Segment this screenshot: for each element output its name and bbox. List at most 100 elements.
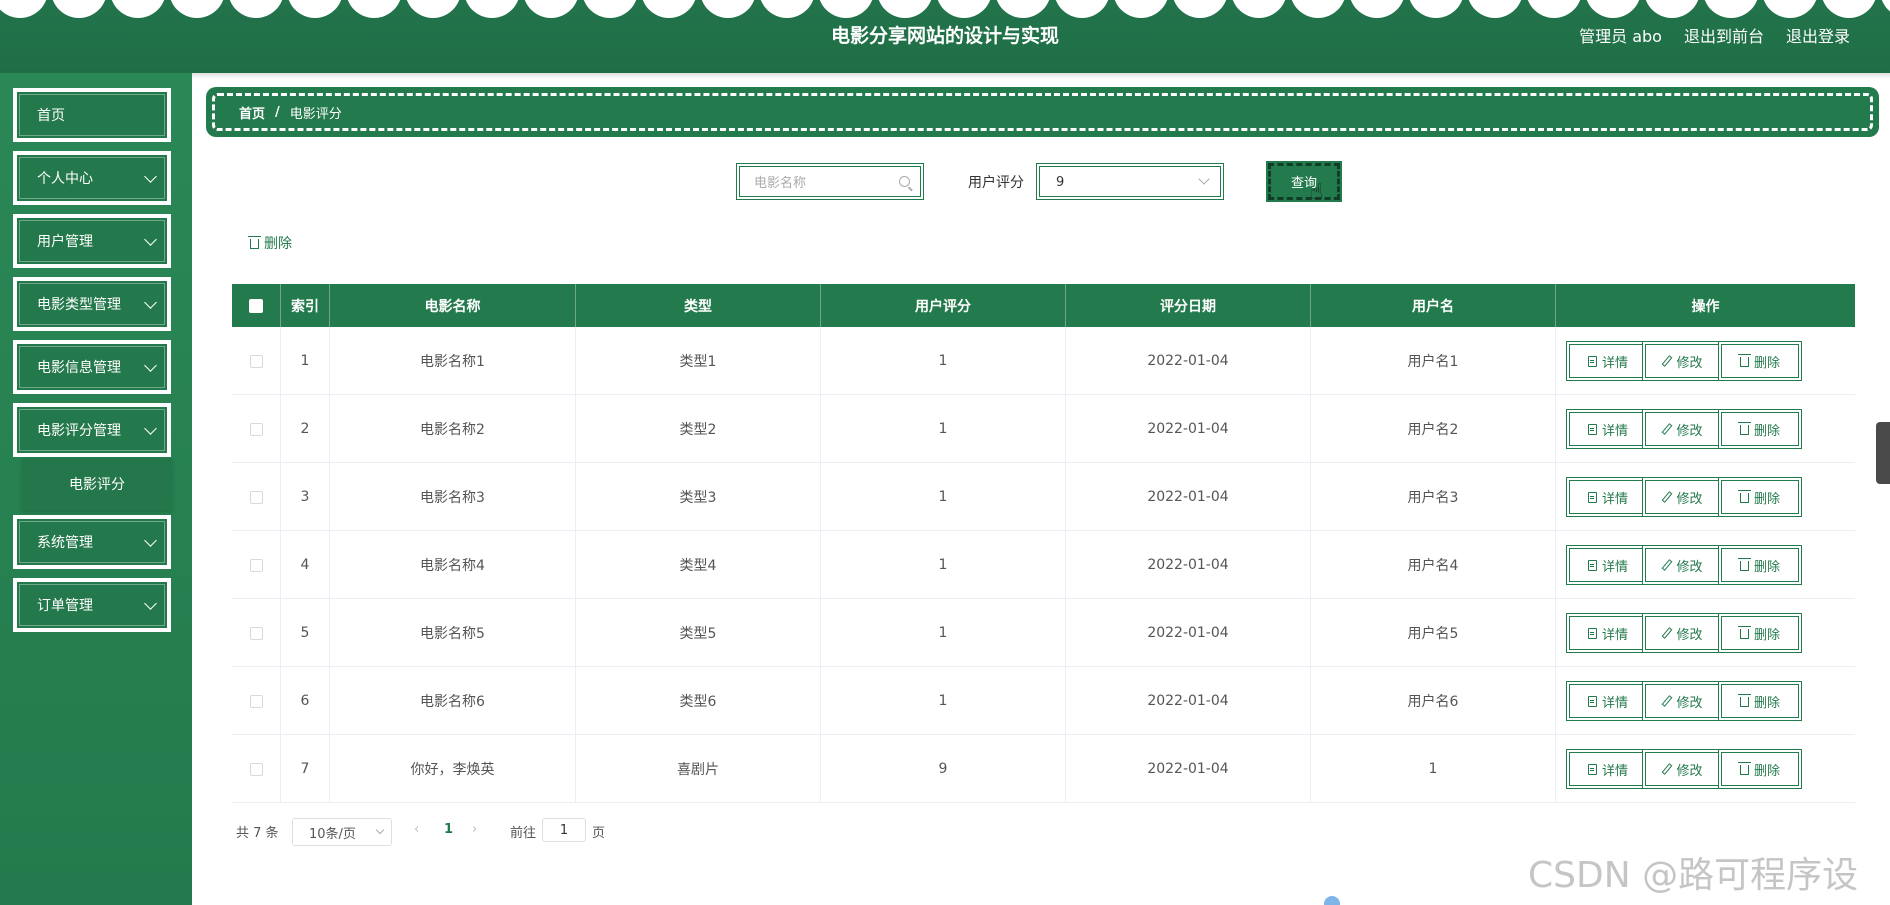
delete-button[interactable]: 删除 — [1718, 749, 1802, 789]
edit-button-label: 修改 — [1676, 423, 1703, 439]
cell-username: 用户名6 — [1311, 667, 1556, 735]
cell-user-rating: 1 — [821, 667, 1066, 735]
next-page-button[interactable]: › — [472, 822, 477, 837]
movie-name-search-field[interactable] — [736, 163, 924, 200]
movie-name-input[interactable] — [754, 173, 884, 193]
detail-button[interactable]: 详情 — [1566, 681, 1650, 721]
goto-page-input[interactable] — [542, 818, 586, 842]
rating-filter-select[interactable]: 9 — [1036, 163, 1224, 200]
cell-index: 2 — [281, 395, 330, 463]
cell-actions: 详情 修改 删除 — [1556, 327, 1855, 395]
row-checkbox[interactable] — [249, 762, 263, 776]
cell-username: 用户名4 — [1311, 531, 1556, 599]
detail-button[interactable]: 详情 — [1566, 613, 1650, 653]
cell-type: 类型4 — [576, 531, 821, 599]
page-size-select[interactable]: 10条/页 — [292, 818, 392, 846]
sidebar-item-movie-info-management[interactable]: 电影信息管理 — [13, 340, 171, 394]
edit-button-label: 修改 — [1676, 355, 1703, 371]
column-header-actions: 操作 — [1691, 298, 1720, 315]
header-actions: 管理员 abo 退出到前台 退出登录 — [1579, 23, 1850, 47]
breadcrumb-home[interactable]: 首页 — [239, 103, 265, 122]
cell-type: 类型2 — [576, 395, 821, 463]
delete-button-label: 删除 — [1753, 423, 1780, 439]
cell-actions: 详情 修改 删除 — [1556, 735, 1855, 803]
edit-button[interactable]: 修改 — [1642, 681, 1726, 721]
chevron-down-icon — [144, 534, 157, 547]
chevron-down-icon — [144, 597, 157, 610]
cell-username: 1 — [1311, 735, 1556, 803]
sidebar-item-home[interactable]: 首页 — [13, 88, 171, 142]
column-header-type: 类型 — [576, 284, 821, 327]
edit-pencil-icon — [1662, 355, 1673, 367]
floating-assistant-icon[interactable] — [1324, 896, 1340, 905]
edit-button[interactable]: 修改 — [1642, 545, 1726, 585]
sidebar-item-movie-rating-management[interactable]: 电影评分管理 — [13, 403, 171, 457]
search-icon — [899, 176, 910, 187]
pagination-total: 共 7 条 — [236, 826, 279, 841]
sidebar-item-label: 电影信息管理 — [37, 360, 121, 376]
exit-to-front-link[interactable]: 退出到前台 — [1684, 23, 1764, 47]
document-icon — [1587, 491, 1597, 503]
logout-link[interactable]: 退出登录 — [1786, 23, 1850, 47]
cell-actions: 详情 修改 删除 — [1556, 667, 1855, 735]
sidebar-item-label: 个人中心 — [37, 171, 93, 187]
query-button[interactable]: 查询 — [1268, 163, 1340, 200]
detail-button[interactable]: 详情 — [1566, 477, 1650, 517]
page-number-1[interactable]: 1 — [444, 822, 453, 837]
row-select-cell — [232, 667, 281, 735]
delete-button-label: 删除 — [1753, 559, 1780, 575]
trash-icon — [1737, 762, 1751, 775]
edit-button[interactable]: 修改 — [1642, 613, 1726, 653]
delete-button[interactable]: 删除 — [1718, 341, 1802, 381]
document-icon — [1587, 763, 1597, 775]
edit-button[interactable]: 修改 — [1642, 409, 1726, 449]
cell-username: 用户名5 — [1311, 599, 1556, 667]
sidebar-item-system-management[interactable]: 系统管理 — [13, 515, 171, 569]
detail-button[interactable]: 详情 — [1566, 341, 1650, 381]
cell-type: 类型3 — [576, 463, 821, 531]
row-checkbox[interactable] — [249, 422, 263, 436]
cell-rating-date: 2022-01-04 — [1066, 667, 1311, 735]
sidebar-item-label: 用户管理 — [37, 234, 93, 250]
sidebar-subitem-movie-rating[interactable]: 电影评分 — [22, 458, 172, 510]
detail-button-label: 详情 — [1601, 763, 1628, 779]
edit-button[interactable]: 修改 — [1642, 341, 1726, 381]
sidebar-item-label: 电影类型管理 — [37, 297, 121, 313]
row-checkbox[interactable] — [249, 626, 263, 640]
detail-button[interactable]: 详情 — [1566, 749, 1650, 789]
column-header-username: 用户名 — [1311, 284, 1556, 327]
chevron-down-icon — [144, 296, 157, 309]
select-all-checkbox[interactable] — [249, 298, 263, 313]
cell-index: 5 — [281, 599, 330, 667]
edit-button[interactable]: 修改 — [1642, 749, 1726, 789]
row-checkbox[interactable] — [249, 354, 263, 368]
row-checkbox[interactable] — [249, 490, 263, 504]
cell-type: 类型1 — [576, 327, 821, 395]
detail-button[interactable]: 详情 — [1566, 409, 1650, 449]
cell-actions: 详情 修改 删除 — [1556, 599, 1855, 667]
sidebar-item-personal-center[interactable]: 个人中心 — [13, 151, 171, 205]
cell-actions: 详情 修改 删除 — [1556, 395, 1855, 463]
column-header-index: 索引 — [281, 284, 330, 327]
delete-button[interactable]: 删除 — [1718, 477, 1802, 517]
chevron-down-icon — [144, 170, 157, 183]
document-icon — [1587, 423, 1597, 435]
row-checkbox[interactable] — [249, 558, 263, 572]
goto-label: 前往 — [510, 826, 537, 841]
sidebar-item-movie-type-management[interactable]: 电影类型管理 — [13, 277, 171, 331]
delete-button[interactable]: 删除 — [1718, 681, 1802, 721]
chevron-down-icon — [144, 422, 157, 435]
trash-icon — [1737, 422, 1751, 435]
row-checkbox[interactable] — [249, 694, 263, 708]
delete-button[interactable]: 删除 — [1718, 545, 1802, 585]
cell-type: 类型5 — [576, 599, 821, 667]
delete-button[interactable]: 删除 — [1718, 409, 1802, 449]
prev-page-button[interactable]: ‹ — [414, 822, 419, 837]
detail-button[interactable]: 详情 — [1566, 545, 1650, 585]
sidebar-item-order-management[interactable]: 订单管理 — [13, 578, 171, 632]
sidebar-item-user-management[interactable]: 用户管理 — [13, 214, 171, 268]
edit-button[interactable]: 修改 — [1642, 477, 1726, 517]
side-drawer-toggle[interactable] — [1876, 422, 1890, 484]
bulk-delete-button[interactable]: 删除 — [248, 233, 292, 253]
delete-button[interactable]: 删除 — [1718, 613, 1802, 653]
